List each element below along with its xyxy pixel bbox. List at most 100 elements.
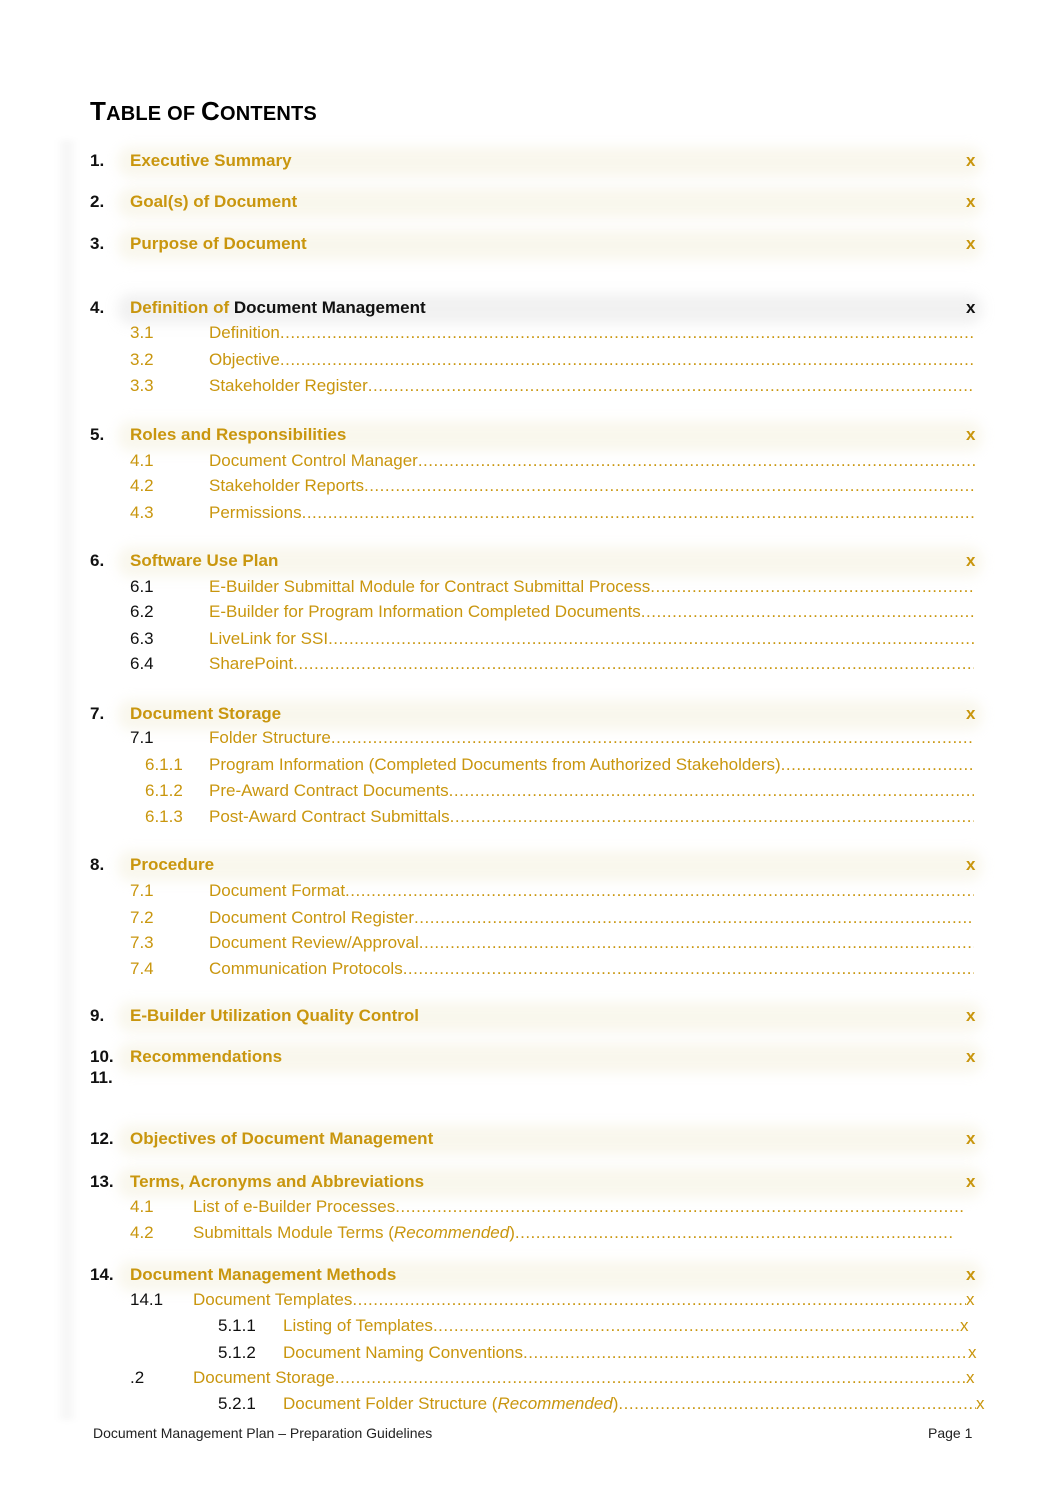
leader-dots: ........................................… (618, 1394, 976, 1413)
toc-subentry[interactable]: 5.1.1 Listing of Templates ..............… (0, 1316, 1062, 1342)
entry-title[interactable]: Executive Summary (130, 151, 292, 171)
entry-number: 12. (90, 1129, 114, 1148)
toc-entry[interactable]: 1. Executive Summary x (0, 147, 1062, 177)
leader-dots: ........................................… (417, 451, 976, 470)
subentry-title[interactable]: Document Format (209, 881, 345, 901)
subentry-title[interactable]: Document Folder Structure (Recommended) (283, 1394, 618, 1414)
toc-entry[interactable]: 9. E-Builder Utilization Quality Control x (0, 1002, 1062, 1032)
subentry-title[interactable]: Document Templates (193, 1290, 352, 1310)
subentry-title[interactable]: Post-Award Contract Submittals (209, 807, 450, 827)
toc-subentry[interactable]: 7.1 Document Format......................… (0, 881, 1062, 907)
entry-title[interactable]: Software Use Plan (130, 551, 278, 571)
leader-dots: ........................................… (279, 323, 975, 342)
subentry-title[interactable]: Document Storage (193, 1368, 335, 1388)
toc-subentry[interactable]: 6.3 LiveLink for SSI ....................… (0, 629, 1062, 655)
toc-subentry[interactable]: 3.2 Objective............................… (0, 350, 1062, 376)
toc-entry[interactable]: 7. Document Storage x (0, 700, 1062, 730)
entry-number: 14. (90, 1265, 114, 1284)
subentry-title[interactable]: Document Naming Conventions (283, 1343, 523, 1363)
entry-title[interactable]: Terms, Acronyms and Abbreviations (130, 1172, 424, 1192)
subentry-title[interactable]: Stakeholder Register (209, 376, 368, 396)
entry-number: 9. (90, 1006, 105, 1025)
toc-entry[interactable]: 4. Definition of Document Management x (0, 294, 1062, 324)
subentry-title[interactable]: Document Review/Approval (209, 933, 419, 953)
subentry-number: 7.4 (130, 959, 154, 978)
toc-subentry[interactable]: 5.2.1 Document Folder Structure (Recommen… (0, 1394, 1062, 1420)
subentry-title[interactable]: E-Builder for Program Information Comple… (209, 602, 641, 622)
toc-subentry[interactable]: 5.1.2 Document Naming Conventions .......… (0, 1343, 1062, 1369)
leader-dots: ........................................… (650, 577, 974, 596)
toc-subentry[interactable]: 6.2 E-Builder for Program Information Com… (0, 602, 1062, 628)
toc-subentry[interactable]: 7.2 Document Control Register ...........… (0, 908, 1062, 934)
subentry-title[interactable]: Folder Structure (209, 728, 331, 748)
entry-page-number: x (966, 1172, 976, 1191)
entry-title[interactable]: Roles and Responsibilities (130, 425, 346, 445)
toc-subentry[interactable]: 7.4 Communication Protocols..............… (0, 959, 1062, 985)
entry-number: 6. (90, 551, 105, 570)
toc-subentry[interactable]: 4.3 Permissions..........................… (0, 503, 1062, 529)
subentry-number: 6.1.2 (145, 781, 183, 800)
entry-title[interactable]: Purpose of Document (130, 234, 307, 254)
toc-entry[interactable]: 3. Purpose of Document x (0, 230, 1062, 260)
toc-entry[interactable]: 6. Software Use Plan x (0, 547, 1062, 577)
toc-subentry[interactable]: .2 Document Storage......................… (0, 1368, 1062, 1394)
toc-subentry[interactable]: 7.1 Folder Structure.....................… (0, 728, 1062, 754)
entry-title[interactable]: Definition of Document Management (130, 298, 426, 318)
subentry-number: 4.1 (130, 451, 154, 470)
toc-subentry[interactable]: 4.2 Stakeholder Reports..................… (0, 476, 1062, 502)
entry-title[interactable]: Document Management Methods (130, 1265, 396, 1285)
toc-entry[interactable]: 14. Document Management Methods x (0, 1261, 1062, 1291)
subentry-title[interactable]: Objective (209, 350, 280, 370)
subentry-title[interactable]: Stakeholder Reports (209, 476, 364, 496)
entry-title[interactable]: Document Storage (130, 704, 281, 724)
subentry-title[interactable]: Document Control Manager (209, 451, 418, 471)
toc-subentry[interactable]: 7.3 Document Review/Approval.............… (0, 933, 1062, 959)
subentry-page-number: x (976, 1394, 985, 1413)
toc-subentry[interactable]: 6.4 SharePoint...........................… (0, 654, 1062, 680)
entry-title[interactable]: Goal(s) of Document (130, 192, 297, 212)
toc-subentry[interactable]: 4.2 Submittals Module Terms (Recommended)… (0, 1223, 1062, 1249)
toc-entry[interactable]: 8. Procedure x (0, 851, 1062, 881)
toc-subentry[interactable]: 6.1.3 Post-Award Contract Submittals.....… (0, 807, 1062, 833)
toc-entry[interactable]: 12. Objectives of Document Management x (0, 1125, 1062, 1155)
toc-subentry[interactable]: 6.1 E-Builder Submittal Module for Contra… (0, 577, 1062, 603)
toc-entry[interactable]: 2. Goal(s) of Document x (0, 188, 1062, 218)
toc-subentry[interactable]: 4.1 List of e-Builder Processes .........… (0, 1197, 1062, 1223)
leader-dots: ........................................… (395, 1197, 965, 1216)
subentry-title[interactable]: Permissions (209, 503, 302, 523)
toc-subentry[interactable]: 14.1 Document Templates..................… (0, 1290, 1062, 1316)
subentry-title[interactable]: E-Builder Submittal Module for Contract … (209, 577, 650, 597)
entry-title[interactable]: Objectives of Document Management (130, 1129, 433, 1149)
subentry-page-number: x (960, 1316, 969, 1335)
subentry-title[interactable]: Program Information (Completed Documents… (209, 755, 781, 775)
subentry-title[interactable]: SharePoint (209, 654, 293, 674)
subentry-title[interactable]: Pre-Award Contract Documents (209, 781, 449, 801)
subentry-title[interactable]: List of e-Builder Processes (193, 1197, 395, 1217)
subentry-number: 7.3 (130, 933, 154, 952)
leader-dots: ........................................… (780, 755, 974, 774)
subentry-title[interactable]: Document Control Register (209, 908, 414, 928)
toc-subentry[interactable]: 6.1.2 Pre-Award Contract Documents.......… (0, 781, 1062, 807)
subentry-title[interactable]: Communication Protocols (209, 959, 403, 979)
subentry-title[interactable]: Submittals Module Terms (Recommended) (193, 1223, 515, 1243)
subentry-number: 4.3 (130, 503, 154, 522)
subentry-title[interactable]: LiveLink for SSI (209, 629, 328, 649)
subentry-number: .2 (130, 1368, 145, 1387)
toc-entry[interactable]: 5. Roles and Responsibilities x (0, 421, 1062, 451)
leader-dots: ........................................… (432, 1316, 960, 1335)
subentry-number: 4.2 (130, 476, 154, 495)
toc-subentry[interactable]: 3.1 Definition...........................… (0, 323, 1062, 349)
subentry-title[interactable]: Listing of Templates (283, 1316, 433, 1336)
subentry-title[interactable]: Definition (209, 323, 280, 343)
toc-subentry[interactable]: 4.1 Document Control Manager ............… (0, 451, 1062, 477)
entry-title[interactable]: Procedure (130, 855, 214, 875)
subentry-number: 4.2 (130, 1223, 154, 1242)
entry-title[interactable]: E-Builder Utilization Quality Control (130, 1006, 419, 1026)
toc-entry[interactable]: 13. Terms, Acronyms and Abbreviations x (0, 1168, 1062, 1198)
toc-subentry[interactable]: 6.1.1 Program Information (Completed Docu… (0, 755, 1062, 781)
leader-dots: ........................................… (367, 376, 975, 395)
toc-entry[interactable]: 11. (0, 1068, 1062, 1094)
toc-subentry[interactable]: 3.3 Stakeholder Register.................… (0, 376, 1062, 402)
entry-title[interactable]: Recommendations (130, 1047, 282, 1067)
leader-dots: ........................................… (293, 654, 974, 673)
